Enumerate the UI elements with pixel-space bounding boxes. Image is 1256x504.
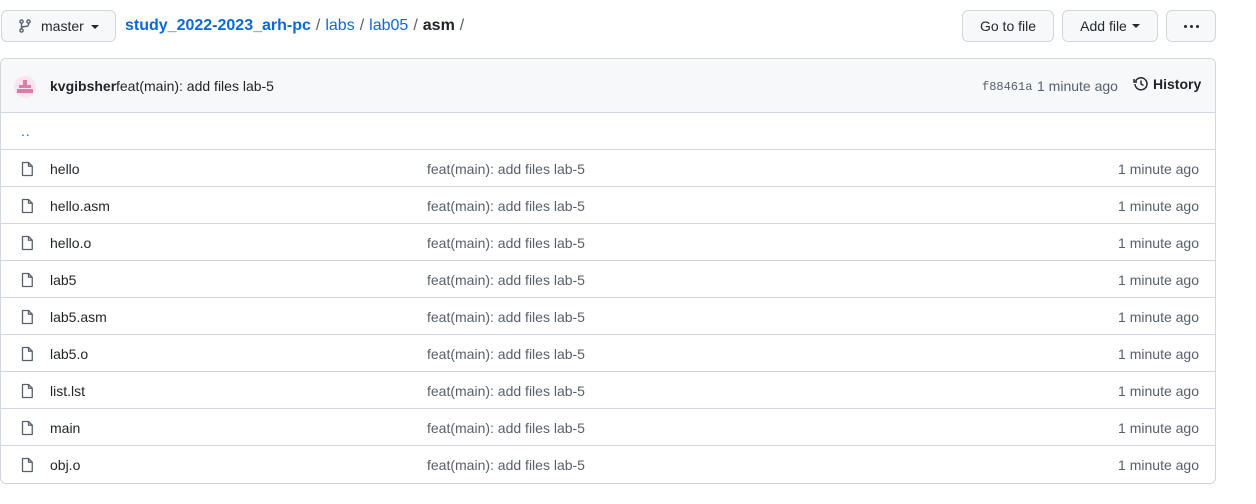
parent-directory-link[interactable]: .. (21, 123, 31, 139)
file-commit-message-link[interactable]: feat(main): add files lab-5 (427, 235, 585, 251)
file-icon (19, 346, 35, 365)
file-rows: hello feat(main): add files lab-5 1 minute… (1, 150, 1215, 483)
table-row[interactable]: lab5.o feat(main): add files lab-5 1 minut… (1, 335, 1215, 372)
go-to-file-button[interactable]: Go to file (962, 10, 1054, 42)
file-list: kvgibsher feat(main): add files lab-5 f8… (0, 58, 1216, 484)
file-name-link[interactable]: hello.asm (50, 198, 110, 214)
file-icon (19, 272, 35, 291)
breadcrumb-repo-link[interactable]: study_2022-2023_arh-pc (125, 17, 311, 35)
go-to-file-label: Go to file (979, 18, 1037, 34)
add-file-label: Add file (1080, 18, 1127, 34)
breadcrumb-separator: / (359, 17, 365, 34)
kebab-horizontal-icon (1183, 24, 1199, 28)
file-icon (19, 457, 35, 476)
table-row[interactable]: hello.asm feat(main): add files lab-5 1 mi… (1, 187, 1215, 224)
file-commit-time: 1 minute ago (1118, 383, 1199, 399)
chevron-down-icon (1131, 24, 1140, 28)
file-commit-time: 1 minute ago (1118, 198, 1199, 214)
branch-name: master (41, 18, 84, 34)
file-commit-time: 1 minute ago (1118, 420, 1199, 436)
file-commit-message-link[interactable]: feat(main): add files lab-5 (427, 457, 585, 473)
add-file-button[interactable]: Add file (1062, 10, 1158, 42)
file-icon (19, 383, 35, 402)
file-commit-time: 1 minute ago (1118, 346, 1199, 362)
avatar[interactable] (14, 76, 36, 98)
breadcrumb-link-lab05[interactable]: lab05 (369, 17, 408, 35)
file-name-link[interactable]: list.lst (50, 383, 85, 399)
more-options-button[interactable] (1166, 10, 1216, 42)
table-row[interactable]: hello feat(main): add files lab-5 1 minute… (1, 150, 1215, 187)
commit-sha-link[interactable]: f88461a (982, 80, 1032, 94)
commit-message-link[interactable]: feat(main): add files lab-5 (116, 78, 274, 94)
latest-commit-bar: kvgibsher feat(main): add files lab-5 f8… (1, 59, 1215, 113)
file-name-link[interactable]: lab5.o (50, 346, 88, 362)
file-icon (19, 235, 35, 254)
file-commit-time: 1 minute ago (1118, 235, 1199, 251)
history-label: History (1153, 76, 1202, 92)
breadcrumb-separator: / (315, 17, 321, 34)
file-name-link[interactable]: main (50, 420, 80, 436)
file-icon (19, 420, 35, 439)
file-commit-message-link[interactable]: feat(main): add files lab-5 (427, 198, 585, 214)
history-icon (1133, 77, 1148, 91)
breadcrumb-link-labs[interactable]: labs (325, 17, 354, 35)
file-icon (19, 309, 35, 328)
table-row[interactable]: obj.o feat(main): add files lab-5 1 minute… (1, 446, 1215, 483)
table-row[interactable]: lab5 feat(main): add files lab-5 1 minute … (1, 261, 1215, 298)
file-commit-message-link[interactable]: feat(main): add files lab-5 (427, 272, 585, 288)
file-commit-message-link[interactable]: feat(main): add files lab-5 (427, 161, 585, 177)
commit-author-link[interactable]: kvgibsher (50, 78, 116, 94)
file-icon (19, 161, 35, 180)
toolbar: master study_2022-2023_arh-pc / labs / l… (0, 10, 1216, 42)
file-name-link[interactable]: hello.o (50, 235, 91, 251)
branch-select-button[interactable]: master (1, 10, 116, 42)
chevron-down-icon (90, 25, 99, 29)
file-commit-time: 1 minute ago (1118, 457, 1199, 473)
table-row[interactable]: lab5.asm feat(main): add files lab-5 1 min… (1, 298, 1215, 335)
parent-directory-row[interactable]: .. (1, 113, 1215, 150)
file-commit-message-link[interactable]: feat(main): add files lab-5 (427, 420, 585, 436)
file-commit-time: 1 minute ago (1118, 272, 1199, 288)
file-name-link[interactable]: lab5 (50, 272, 76, 288)
file-name-link[interactable]: lab5.asm (50, 309, 107, 325)
file-commit-message-link[interactable]: feat(main): add files lab-5 (427, 309, 585, 325)
file-commit-message-link[interactable]: feat(main): add files lab-5 (427, 346, 585, 362)
breadcrumb-separator: / (459, 17, 465, 34)
breadcrumb-current: asm (422, 17, 455, 34)
table-row[interactable]: main feat(main): add files lab-5 1 minute … (1, 409, 1215, 446)
commit-time: 1 minute ago (1037, 78, 1118, 94)
table-row[interactable]: list.lst feat(main): add files lab-5 1 min… (1, 372, 1215, 409)
file-commit-time: 1 minute ago (1118, 161, 1199, 177)
file-commit-time: 1 minute ago (1118, 309, 1199, 325)
table-row[interactable]: hello.o feat(main): add files lab-5 1 minu… (1, 224, 1215, 261)
file-commit-message-link[interactable]: feat(main): add files lab-5 (427, 383, 585, 399)
file-name-link[interactable]: obj.o (50, 457, 80, 473)
history-link[interactable]: History (1133, 76, 1201, 92)
file-name-link[interactable]: hello (50, 161, 80, 177)
breadcrumb-separator: / (413, 17, 418, 34)
file-icon (19, 198, 35, 217)
breadcrumb: study_2022-2023_arh-pc / labs / lab05 / … (125, 10, 469, 42)
git-branch-icon (19, 19, 31, 33)
